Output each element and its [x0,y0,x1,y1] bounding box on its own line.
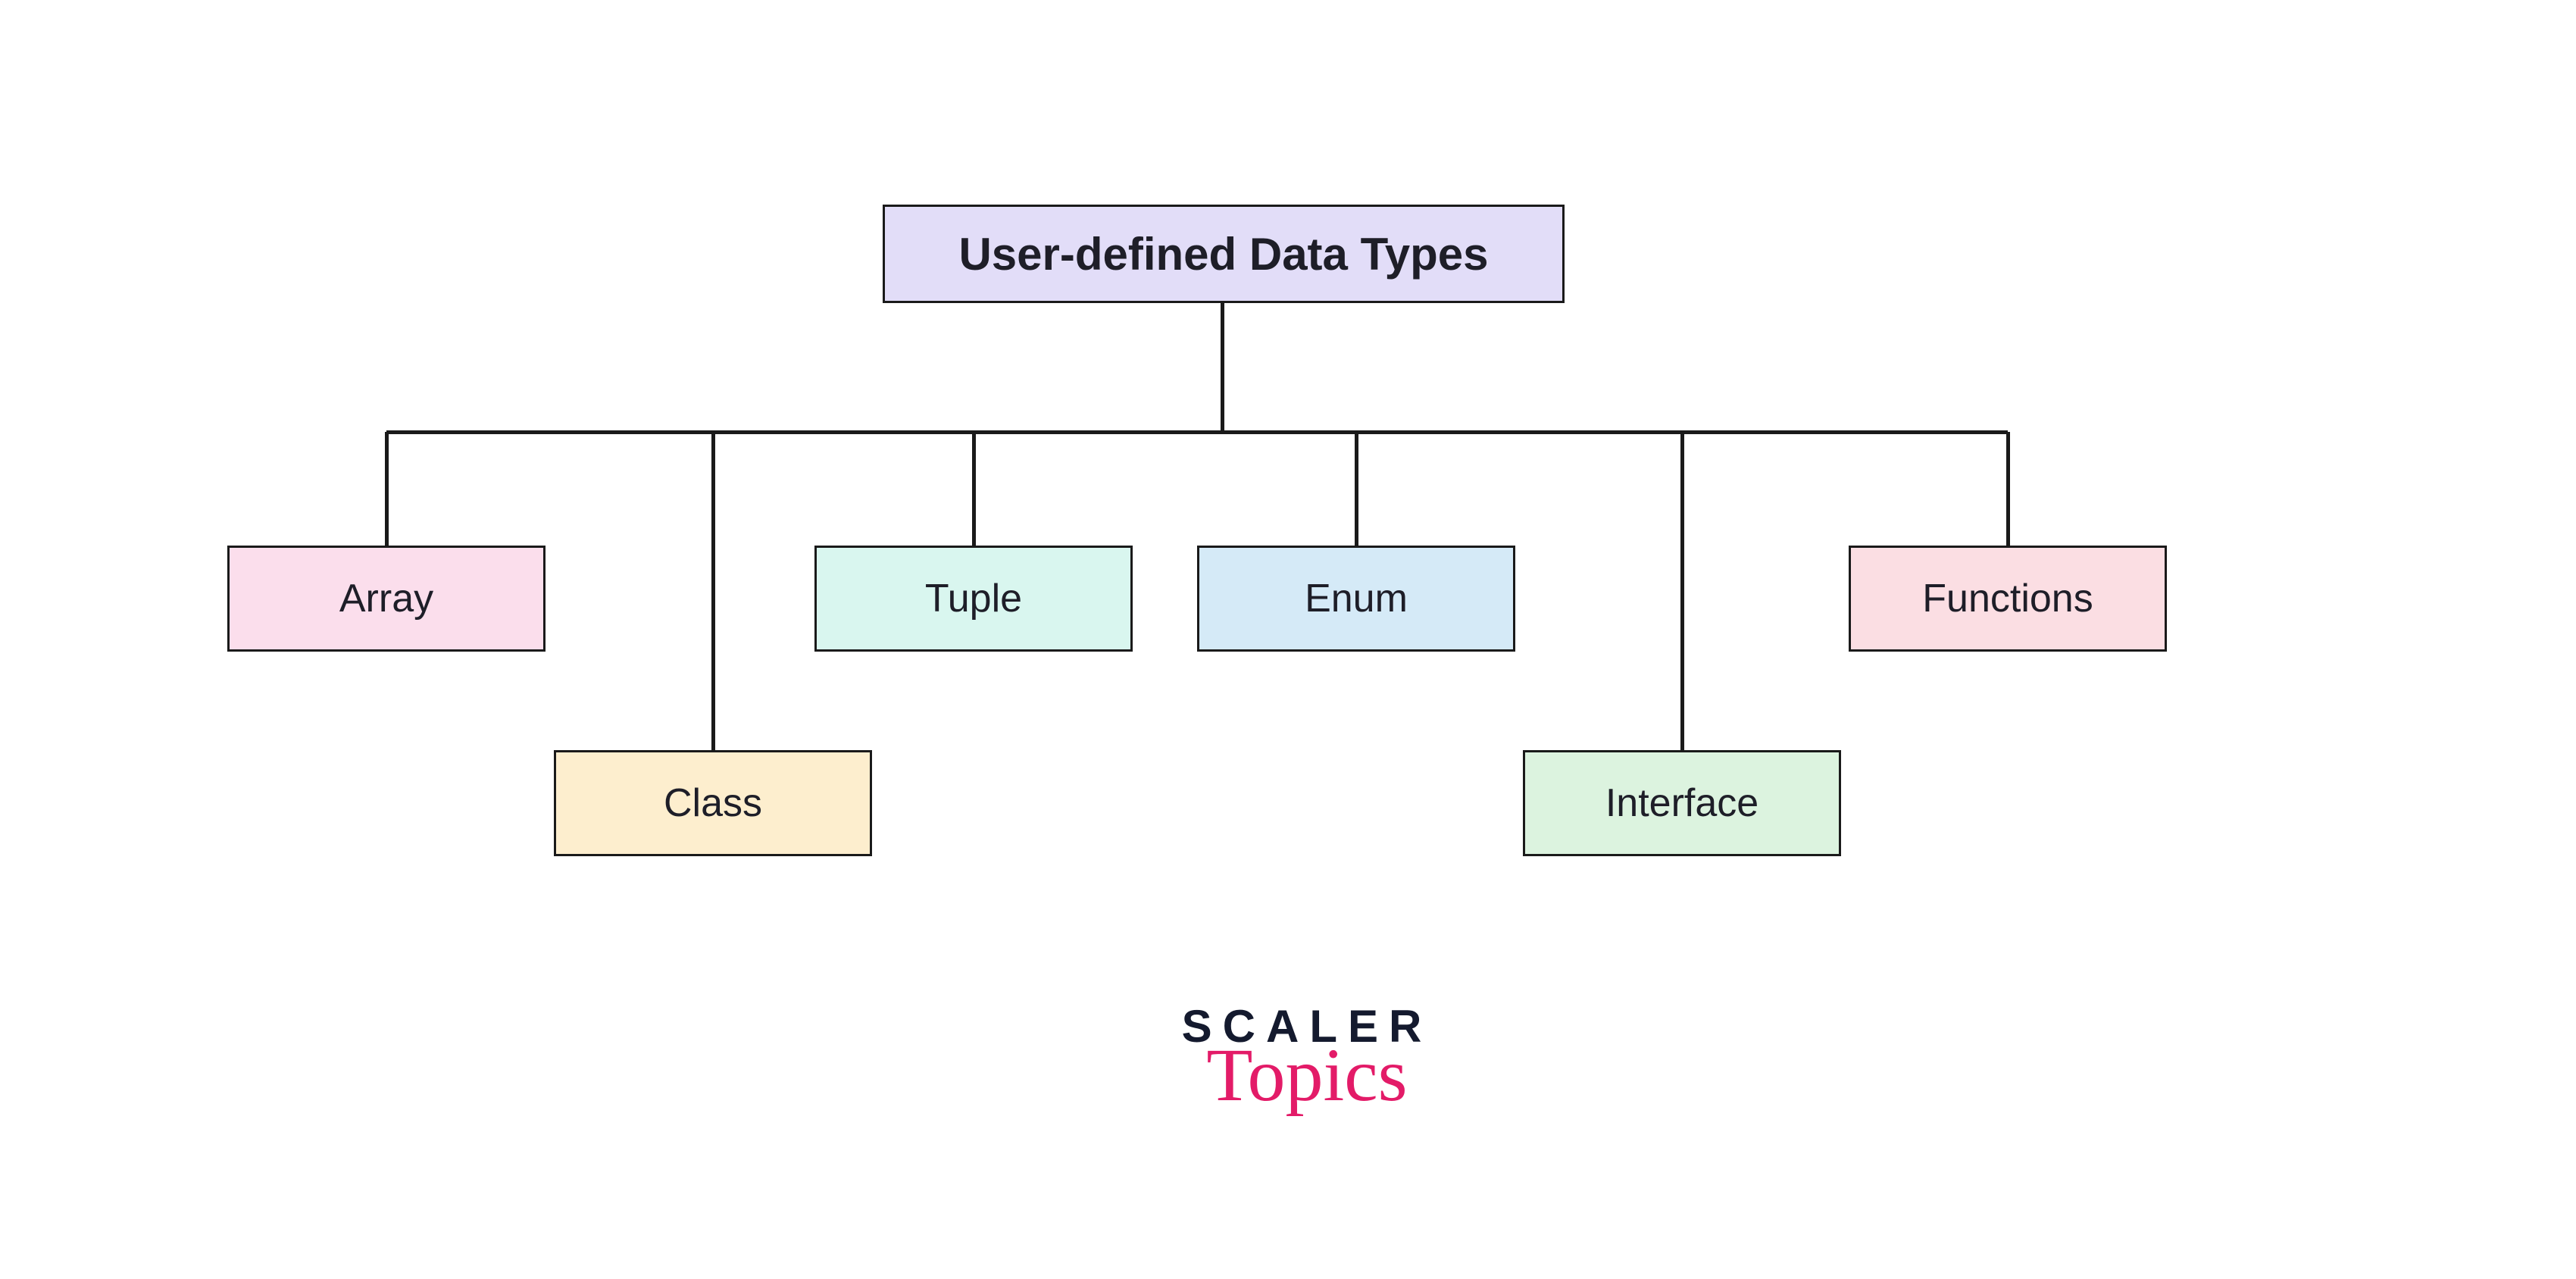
connector-hbar [386,430,2008,434]
node-interface: Interface [1523,750,1841,856]
connector-trunk [1221,303,1224,432]
node-tuple: Tuple [814,546,1133,652]
brand-line2: Topics [1110,1037,1504,1113]
node-label-functions: Functions [1922,576,2093,621]
root-node: User-defined Data Types [883,205,1565,303]
node-class: Class [554,750,872,856]
connector-drop-class [711,432,715,750]
brand-logo: SCALER Topics [1110,1000,1504,1113]
node-label-interface: Interface [1605,780,1758,826]
connector-drop-enum [1355,432,1358,546]
connector-drop-array [385,432,389,546]
connector-drop-tuple [972,432,976,546]
node-enum: Enum [1197,546,1515,652]
node-functions: Functions [1849,546,2167,652]
node-label-array: Array [339,576,433,621]
node-array: Array [227,546,546,652]
node-label-tuple: Tuple [925,576,1022,621]
connector-drop-functions [2006,432,2010,546]
node-label-class: Class [664,780,762,826]
node-label-enum: Enum [1305,576,1408,621]
root-label: User-defined Data Types [958,228,1488,280]
connector-drop-interface [1680,432,1684,750]
